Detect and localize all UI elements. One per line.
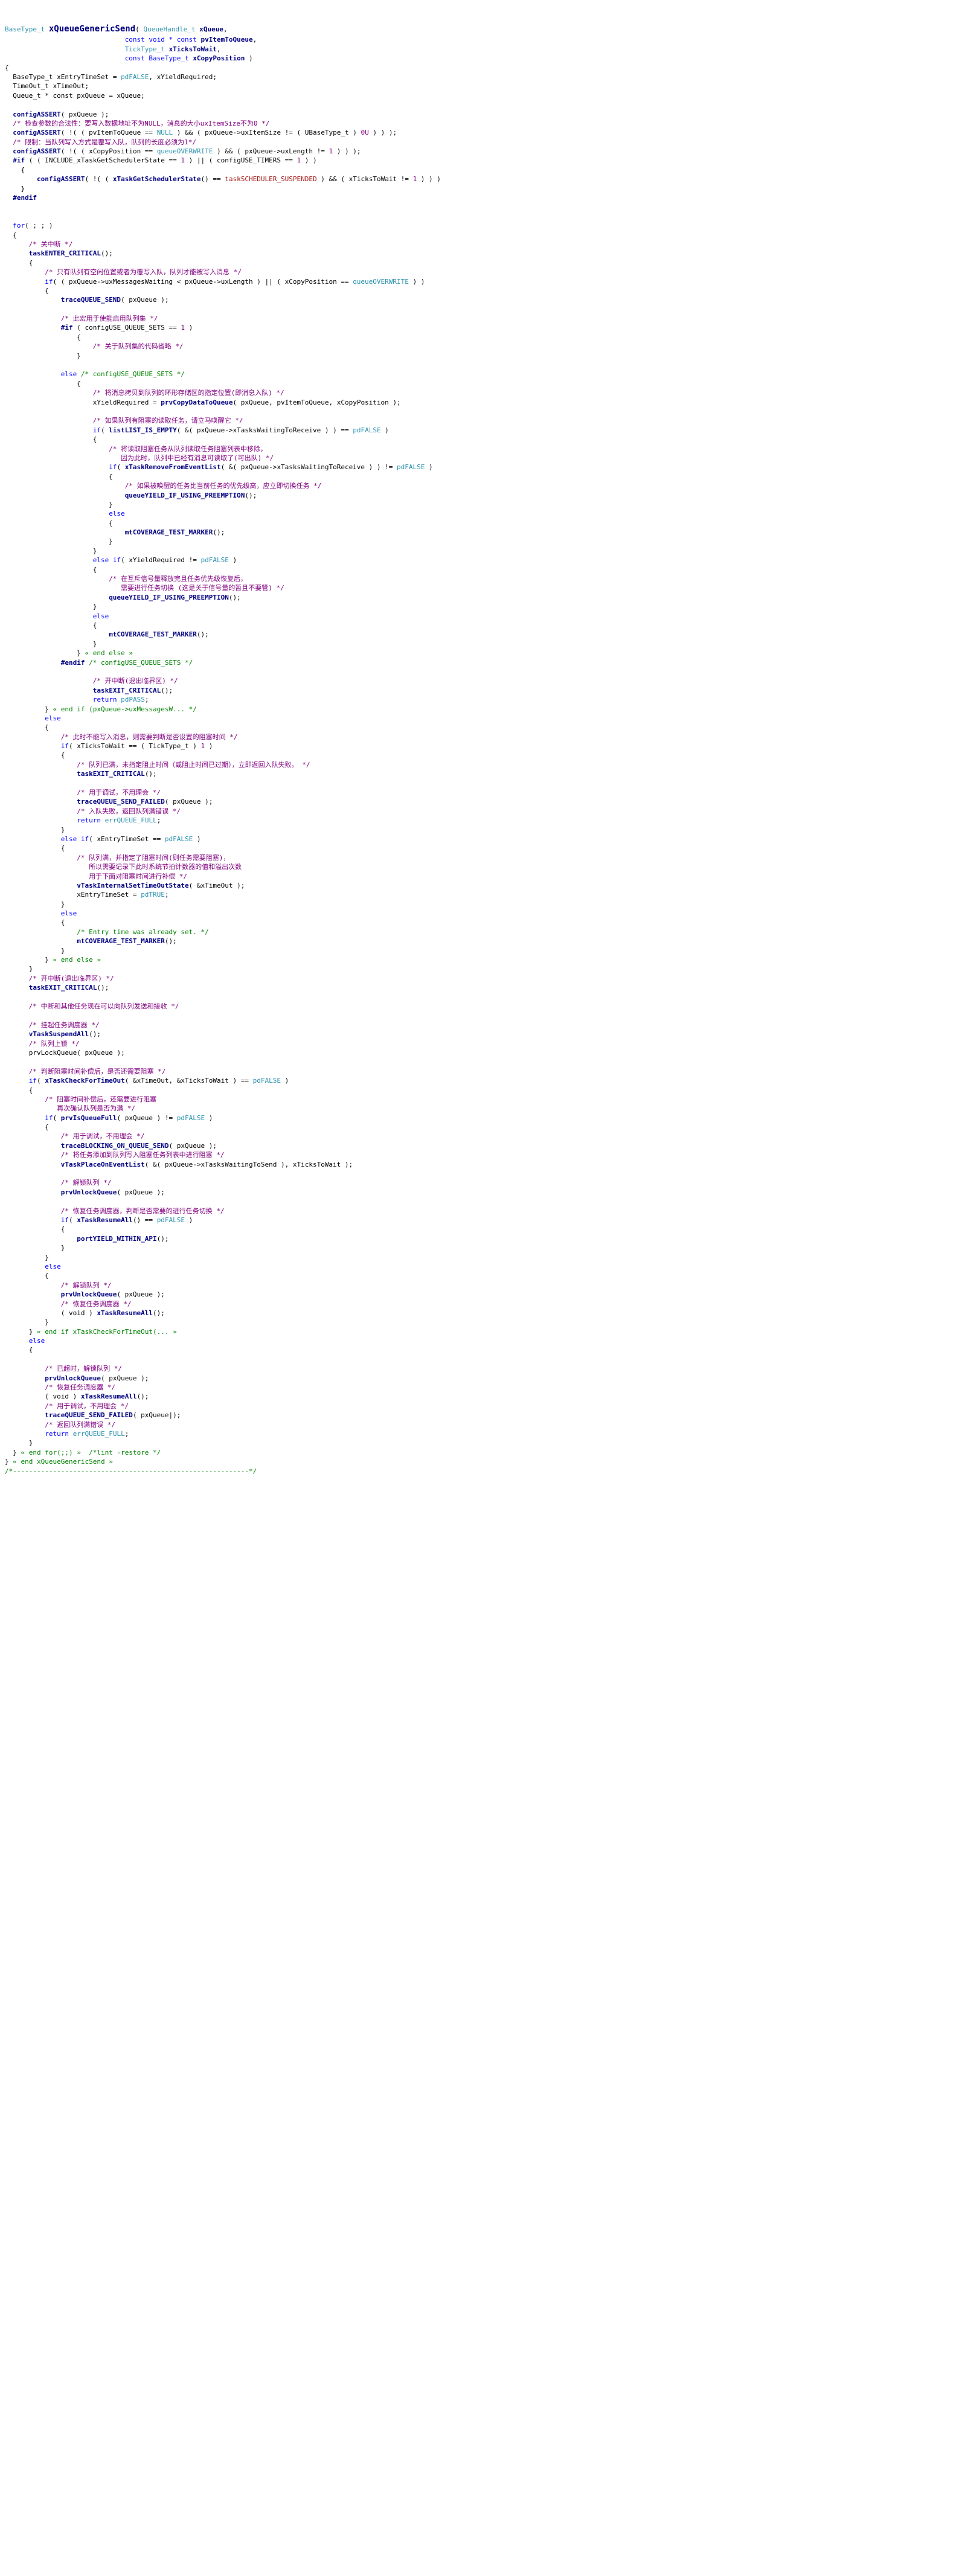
code-block: BaseType_t xQueueGenericSend( QueueHandl… bbox=[5, 24, 948, 1476]
function-name: xQueueGenericSend bbox=[49, 24, 135, 34]
